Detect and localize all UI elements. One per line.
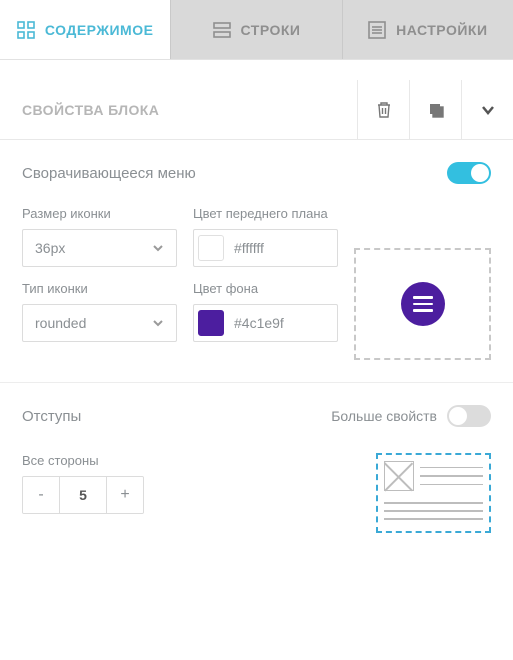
tab-content-label: СОДЕРЖИМОЕ bbox=[45, 22, 154, 38]
icon-type-label: Тип иконки bbox=[22, 281, 177, 296]
collapsible-menu-label: Сворачивающееся меню bbox=[22, 165, 196, 182]
more-props-label: Больше свойств bbox=[331, 408, 437, 424]
increase-button[interactable]: + bbox=[107, 477, 143, 513]
background-swatch bbox=[198, 310, 224, 336]
trash-icon bbox=[376, 101, 392, 119]
wireframe-icon bbox=[384, 461, 414, 491]
icon-size-value: 36px bbox=[35, 240, 65, 256]
grid-icon bbox=[17, 21, 35, 39]
hamburger-icon bbox=[401, 282, 445, 326]
duplicate-button[interactable] bbox=[409, 80, 461, 139]
chevron-down-icon bbox=[152, 317, 164, 329]
foreground-color-label: Цвет переднего плана bbox=[193, 206, 338, 221]
wireframe-lines bbox=[420, 461, 483, 491]
settings-icon bbox=[368, 21, 386, 39]
block-properties-title: СВОЙСТВА БЛОКА bbox=[22, 102, 159, 118]
menu-section: Сворачивающееся меню Размер иконки 36px … bbox=[0, 140, 513, 383]
duplicate-icon bbox=[427, 101, 445, 119]
background-color-label: Цвет фона bbox=[193, 281, 338, 296]
more-props-toggle[interactable] bbox=[447, 405, 491, 427]
delete-button[interactable] bbox=[357, 80, 409, 139]
collapse-button[interactable] bbox=[461, 80, 513, 139]
background-color-input[interactable]: #4c1e9f bbox=[193, 304, 338, 342]
padding-section: Отступы Больше свойств Все стороны - + bbox=[0, 383, 513, 555]
tab-content[interactable]: СОДЕРЖИМОЕ bbox=[0, 0, 171, 59]
padding-title: Отступы bbox=[22, 408, 81, 425]
icon-type-select[interactable]: rounded bbox=[22, 304, 177, 342]
icon-size-label: Размер иконки bbox=[22, 206, 177, 221]
all-sides-label: Все стороны bbox=[22, 453, 144, 468]
chevron-down-icon bbox=[152, 242, 164, 254]
editor-tabs: СОДЕРЖИМОЕ СТРОКИ НАСТРОЙКИ bbox=[0, 0, 513, 60]
icon-type-value: rounded bbox=[35, 315, 86, 331]
wireframe-lines bbox=[384, 497, 483, 525]
rows-icon bbox=[213, 21, 231, 39]
tab-settings-label: НАСТРОЙКИ bbox=[396, 22, 487, 38]
tab-rows-label: СТРОКИ bbox=[241, 22, 301, 38]
all-sides-input[interactable] bbox=[59, 477, 107, 513]
foreground-color-value: #ffffff bbox=[234, 240, 264, 256]
collapsible-menu-toggle[interactable] bbox=[447, 162, 491, 184]
chevron-down-icon bbox=[480, 102, 496, 118]
icon-size-select[interactable]: 36px bbox=[22, 229, 177, 267]
block-actions bbox=[357, 80, 513, 139]
foreground-swatch bbox=[198, 235, 224, 261]
foreground-color-input[interactable]: #ffffff bbox=[193, 229, 338, 267]
tab-rows[interactable]: СТРОКИ bbox=[171, 0, 342, 59]
tab-settings[interactable]: НАСТРОЙКИ bbox=[343, 0, 513, 59]
padding-preview bbox=[376, 453, 491, 533]
block-properties-header: СВОЙСТВА БЛОКА bbox=[0, 80, 513, 140]
background-color-value: #4c1e9f bbox=[234, 315, 284, 331]
icon-preview bbox=[354, 248, 491, 360]
decrease-button[interactable]: - bbox=[23, 477, 59, 513]
all-sides-stepper: - + bbox=[22, 476, 144, 514]
